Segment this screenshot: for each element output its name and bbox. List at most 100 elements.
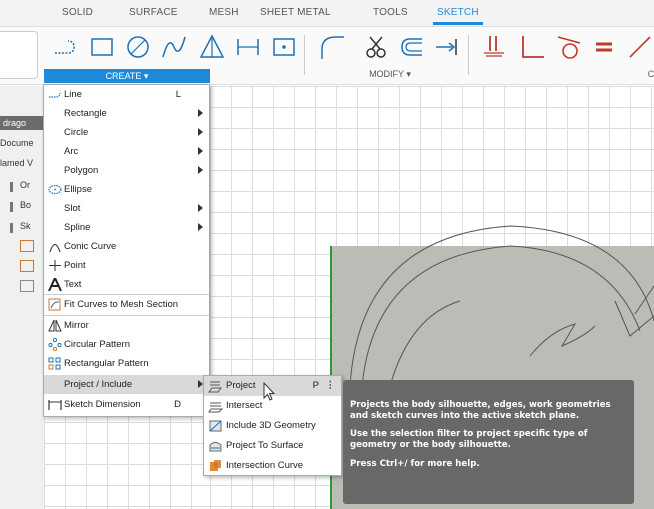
constraint-parallel-icon[interactable] — [480, 33, 508, 61]
extend-tool-icon[interactable] — [432, 33, 460, 61]
polygon-tool-icon[interactable] — [198, 33, 226, 61]
menu-item-mirror[interactable]: Mirror — [44, 316, 209, 335]
menu-item-ellipse[interactable]: Ellipse — [44, 180, 209, 199]
menu-item-label: Rectangle — [64, 108, 107, 119]
tab-tools[interactable]: TOOLS — [373, 7, 408, 25]
line-icon — [49, 92, 61, 98]
line-tool-icon[interactable] — [52, 33, 80, 61]
mouse-cursor-icon — [263, 382, 276, 401]
point-icon — [49, 260, 61, 271]
project-to-surface-icon — [209, 442, 222, 452]
dimension-tool-icon[interactable] — [234, 33, 262, 61]
menu-item-point[interactable]: Point — [44, 256, 209, 275]
submenu-item-intersection-curve[interactable]: Intersection Curve — [204, 456, 341, 476]
shortcut-label: D — [174, 399, 181, 410]
menu-item-conic-curve[interactable]: Conic Curve — [44, 237, 209, 256]
shortcut-label: L — [175, 89, 181, 100]
menu-item-label: Arc — [64, 146, 79, 157]
constraint-perpendicular-icon[interactable] — [518, 33, 546, 61]
browser-row-label: lamed V — [0, 158, 34, 168]
menu-item-arc[interactable]: Arc — [44, 142, 209, 161]
browser-row-label: Docume — [0, 138, 34, 148]
trim-tool-icon[interactable] — [362, 33, 390, 61]
rectangular-pattern-icon — [48, 357, 61, 370]
menu-item-label: Spline — [64, 222, 91, 233]
ribbon-separator — [468, 35, 469, 75]
submenu-item-label: Intersection Curve — [226, 460, 304, 471]
folder-bar-icon — [10, 182, 13, 192]
ribbon-separator — [304, 35, 305, 75]
spline-tool-icon[interactable] — [160, 33, 188, 61]
menu-item-line[interactable]: Line L — [44, 85, 209, 104]
menu-item-rectangular-pattern[interactable]: Rectangular Pattern — [44, 354, 209, 373]
menu-item-polygon[interactable]: Polygon — [44, 161, 209, 180]
browser-panel: drago Docume lamed V Or Bo Sk — [0, 86, 44, 509]
tooltip-help-hint: Press Ctrl+/ for more help. — [350, 459, 480, 469]
menu-item-label: Project / Include — [64, 379, 133, 390]
tab-solid[interactable]: SOLID — [62, 7, 93, 25]
browser-row[interactable]: lamed V — [0, 158, 44, 172]
text-icon — [48, 278, 62, 291]
modify-group-label[interactable]: MODIFY ▾ — [345, 69, 435, 83]
ellipse-icon — [48, 184, 62, 195]
constraint-equal-icon[interactable] — [590, 33, 618, 61]
offset-tool-icon[interactable] — [398, 33, 426, 61]
menu-item-label: Fit Curves to Mesh Section — [64, 299, 179, 310]
submenu-item-label: Include 3D Geometry — [226, 420, 316, 431]
constraint-tangent-icon[interactable] — [554, 33, 582, 61]
menu-item-text[interactable]: Text — [44, 275, 209, 294]
menu-item-circular-pattern[interactable]: Circular Pattern — [44, 335, 209, 354]
intersect-icon — [208, 402, 223, 413]
submenu-arrow-icon — [198, 223, 203, 231]
create-dropdown-menu: Line L Rectangle Circle Arc Polygon Elli… — [43, 84, 210, 417]
submenu-item-label: Intersect — [226, 400, 263, 411]
browser-row[interactable]: Bo — [0, 200, 44, 214]
more-options-icon[interactable]: ⋮ — [326, 376, 336, 396]
menu-item-label: Ellipse — [64, 184, 92, 195]
browser-row-label: Or — [20, 180, 30, 190]
submenu-arrow-icon — [198, 147, 203, 155]
sketch-locked-icon[interactable] — [20, 280, 34, 292]
sketch-icon[interactable] — [20, 260, 34, 272]
browser-row[interactable]: Sk — [0, 221, 44, 235]
constraints-group-label[interactable]: C — [646, 69, 654, 83]
menu-item-spline[interactable]: Spline — [44, 218, 209, 237]
menu-item-label: Conic Curve — [64, 241, 117, 252]
tab-mesh[interactable]: MESH — [209, 7, 239, 25]
menu-item-rectangle[interactable]: Rectangle — [44, 104, 209, 123]
document-name-tag[interactable]: drago — [0, 116, 44, 130]
submenu-arrow-icon — [198, 166, 203, 174]
menu-item-sketch-dimension[interactable]: Sketch Dimension D — [44, 395, 209, 414]
ribbon-tab-bar: SOLID SURFACE MESH SHEET METAL TOOLS SKE… — [0, 0, 654, 27]
menu-item-label: Polygon — [64, 165, 99, 176]
rectangle-tool-icon[interactable] — [88, 33, 116, 61]
folder-bar-icon — [10, 202, 13, 212]
project-tooltip: Projects the body silhouette, edges, wor… — [343, 380, 634, 504]
constraint-collinear-icon[interactable] — [626, 33, 654, 61]
menu-item-circle[interactable]: Circle — [44, 123, 209, 142]
sketch-icon[interactable] — [20, 240, 34, 252]
tab-surface[interactable]: SURFACE — [129, 7, 178, 25]
menu-item-fit-curves[interactable]: Fit Curves to Mesh Section — [44, 295, 209, 314]
tab-sketch[interactable]: SKETCH — [433, 7, 483, 25]
fillet-tool-icon[interactable] — [318, 33, 346, 61]
submenu-arrow-icon — [198, 204, 203, 212]
point-rectangle-tool-icon[interactable] — [270, 33, 298, 61]
sketch-dimension-icon — [48, 400, 62, 410]
create-group-label[interactable]: CREATE ▾ — [44, 69, 210, 83]
intersection-curve-icon — [210, 460, 221, 471]
submenu-item-include-3d-geometry[interactable]: Include 3D Geometry — [204, 416, 341, 436]
ribbon-toolbar: CREATE ▾ MODIFY ▾ C — [0, 27, 654, 85]
tooltip-description: Projects the body silhouette, edges, wor… — [350, 400, 611, 421]
menu-item-project-include[interactable]: Project / Include — [44, 375, 209, 394]
conic-curve-icon — [49, 243, 61, 253]
menu-item-label: Slot — [64, 203, 81, 214]
menu-item-label: Rectangular Pattern — [64, 358, 149, 369]
workspace-switcher[interactable] — [0, 31, 38, 79]
browser-row[interactable]: Docume — [0, 138, 44, 152]
menu-item-slot[interactable]: Slot — [44, 199, 209, 218]
circle-tool-icon[interactable] — [124, 33, 152, 61]
submenu-item-project-to-surface[interactable]: Project To Surface — [204, 436, 341, 456]
tab-sheet-metal[interactable]: SHEET METAL — [260, 7, 331, 25]
browser-row[interactable]: Or — [0, 180, 44, 194]
